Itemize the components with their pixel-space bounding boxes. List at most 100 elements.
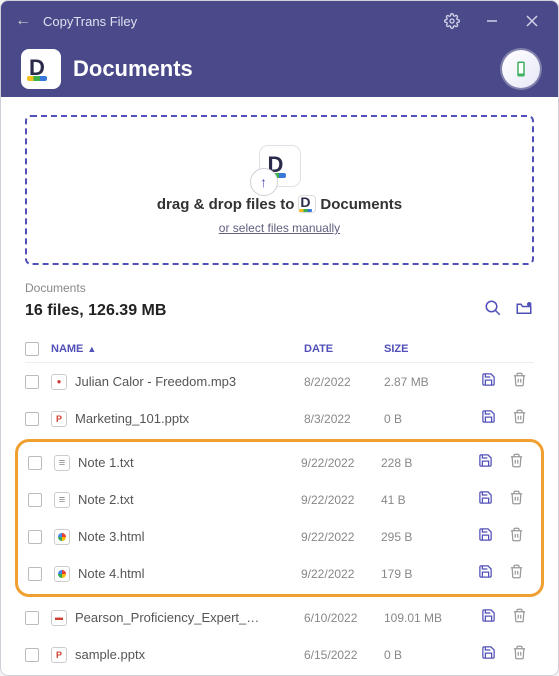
table-row[interactable]: Note 1.txt 9/22/2022 228 B (28, 444, 531, 481)
file-date: 8/3/2022 (304, 412, 384, 426)
summary-actions (484, 299, 534, 322)
upload-arrow-icon: ↑ (250, 168, 278, 196)
delete-button[interactable] (512, 645, 527, 664)
save-button[interactable] (481, 645, 496, 664)
save-icon (478, 564, 493, 579)
save-button[interactable] (478, 564, 493, 583)
trash-icon (512, 645, 527, 660)
select-files-link[interactable]: or select files manually (219, 221, 340, 235)
pptx-file-icon (51, 647, 67, 663)
dropzone[interactable]: ↑ drag & drop files to Documents or sele… (25, 115, 534, 265)
row-checkbox[interactable] (28, 493, 42, 507)
column-date[interactable]: DATE (304, 343, 384, 355)
minimize-button[interactable] (474, 5, 510, 37)
dropzone-logo: ↑ (259, 145, 301, 187)
row-checkbox[interactable] (28, 567, 42, 581)
folder-icon (514, 299, 534, 317)
app-window: ← CopyTrans Filey Documents ↑ (0, 0, 559, 676)
table-row[interactable]: Note 2.txt 9/22/2022 41 B (28, 481, 531, 518)
trash-icon (509, 564, 524, 579)
column-size[interactable]: SIZE (384, 343, 474, 355)
file-name: Note 3.html (78, 529, 144, 544)
save-button[interactable] (481, 372, 496, 391)
file-date: 9/22/2022 (301, 456, 381, 470)
folder-button[interactable] (514, 299, 534, 322)
row-checkbox[interactable] (28, 530, 42, 544)
table-row[interactable]: Julian Calor - Freedom.mp3 8/2/2022 2.87… (25, 363, 534, 400)
save-button[interactable] (481, 608, 496, 627)
file-table: NAME▲ DATE SIZE Julian Calor - Freedom.m… (25, 336, 534, 676)
back-button[interactable]: ← (9, 7, 37, 35)
file-date: 9/22/2022 (301, 567, 381, 581)
row-checkbox[interactable] (25, 412, 39, 426)
table-row[interactable]: sample.pptx 6/15/2022 0 B (25, 636, 534, 673)
dropzone-suffix: Documents (320, 196, 402, 213)
audio-file-icon (51, 374, 67, 390)
table-row[interactable]: Note 4.html 9/22/2022 179 B (28, 555, 531, 592)
save-icon (481, 645, 496, 660)
html-file-icon (54, 566, 70, 582)
delete-button[interactable] (509, 564, 524, 583)
device-icon (512, 60, 530, 78)
minimize-icon (486, 15, 498, 27)
summary-row: 16 files, 126.39 MB (25, 299, 534, 322)
file-size: 179 B (381, 567, 471, 581)
save-button[interactable] (478, 453, 493, 472)
delete-button[interactable] (509, 490, 524, 509)
delete-button[interactable] (509, 453, 524, 472)
trash-icon (509, 453, 524, 468)
file-size: 2.87 MB (384, 375, 474, 389)
device-badge[interactable] (502, 50, 540, 88)
app-logo (21, 49, 61, 89)
file-name: Julian Calor - Freedom.mp3 (75, 374, 236, 389)
titlebar-left: ← CopyTrans Filey (9, 7, 137, 35)
save-icon (478, 527, 493, 542)
page-title: Documents (73, 56, 193, 82)
html-file-icon (54, 529, 70, 545)
save-icon (478, 453, 493, 468)
file-size: 109.01 MB (384, 611, 474, 625)
row-checkbox[interactable] (25, 375, 39, 389)
rows-container: Julian Calor - Freedom.mp3 8/2/2022 2.87… (25, 363, 534, 676)
column-name[interactable]: NAME▲ (51, 343, 304, 355)
titlebar-right (434, 5, 550, 37)
search-icon (484, 299, 502, 317)
file-name: Note 1.txt (78, 455, 134, 470)
row-checkbox[interactable] (28, 456, 42, 470)
select-all-checkbox[interactable] (25, 342, 39, 356)
table-header: NAME▲ DATE SIZE (25, 336, 534, 363)
sort-asc-icon: ▲ (87, 344, 96, 354)
trash-icon (512, 608, 527, 623)
file-name: Marketing_101.pptx (75, 411, 189, 426)
dropzone-text: drag & drop files to Documents (157, 195, 402, 213)
settings-button[interactable] (434, 5, 470, 37)
file-size: 295 B (381, 530, 471, 544)
close-button[interactable] (514, 5, 550, 37)
save-icon (481, 608, 496, 623)
table-row[interactable]: Marketing_101.pptx 8/3/2022 0 B (25, 400, 534, 437)
file-date: 6/15/2022 (304, 648, 384, 662)
trash-icon (512, 409, 527, 424)
trash-icon (509, 490, 524, 505)
pdf-file-icon (51, 610, 67, 626)
txt-file-icon (54, 455, 70, 471)
delete-button[interactable] (512, 372, 527, 391)
search-button[interactable] (484, 299, 502, 322)
file-date: 9/22/2022 (301, 493, 381, 507)
delete-button[interactable] (509, 527, 524, 546)
table-row[interactable]: Note 3.html 9/22/2022 295 B (28, 518, 531, 555)
row-checkbox[interactable] (25, 648, 39, 662)
save-icon (481, 372, 496, 387)
delete-button[interactable] (512, 608, 527, 627)
delete-button[interactable] (512, 409, 527, 428)
file-size: 0 B (384, 648, 474, 662)
save-button[interactable] (481, 409, 496, 428)
breadcrumb: Documents (25, 281, 534, 295)
row-checkbox[interactable] (25, 611, 39, 625)
save-button[interactable] (478, 490, 493, 509)
content: ↑ drag & drop files to Documents or sele… (1, 97, 558, 676)
save-button[interactable] (478, 527, 493, 546)
highlighted-rows: Note 1.txt 9/22/2022 228 B Note 2.txt 9/… (15, 439, 544, 597)
table-row[interactable]: Pearson_Proficiency_Expert_S... 6/10/202… (25, 599, 534, 636)
close-icon (526, 15, 538, 27)
